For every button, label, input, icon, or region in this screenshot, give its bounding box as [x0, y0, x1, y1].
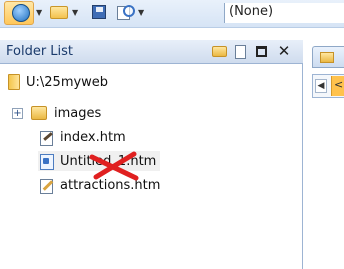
scroll-left-icon[interactable]: ◀	[315, 79, 327, 93]
open-dropdown-arrow[interactable]: ▼	[72, 1, 78, 23]
open-button[interactable]	[50, 1, 68, 23]
new-folder-button[interactable]	[211, 44, 227, 59]
expand-icon[interactable]: +	[12, 107, 23, 119]
folder-icon	[31, 106, 47, 120]
folder-icon	[211, 46, 227, 57]
tree-item-label: images	[54, 105, 102, 121]
editor-tab-strip: ◀ <	[312, 74, 344, 98]
home-page-icon	[38, 129, 54, 146]
editor-tab[interactable]	[312, 46, 344, 68]
tree-item-label: index.htm	[60, 129, 126, 145]
root-folder-icon	[8, 74, 20, 90]
folder-icon	[320, 52, 334, 63]
maximize-icon	[255, 46, 267, 57]
maximize-button[interactable]	[253, 44, 269, 59]
folder-list-pane: Folder List ✕ U:\25myweb + images index.…	[0, 40, 303, 269]
pane-title: Folder List	[6, 44, 74, 59]
tree-item-images[interactable]: + images	[12, 103, 101, 123]
editor-pane: ◀ <	[304, 40, 344, 269]
new-page-button[interactable]	[232, 44, 248, 59]
page-icon	[234, 44, 246, 59]
root-label: U:\25myweb	[26, 74, 109, 90]
active-tab-bar[interactable]: <	[331, 76, 344, 96]
save-button[interactable]	[92, 1, 106, 23]
tree-item-index[interactable]: index.htm	[38, 127, 126, 147]
pane-header: Folder List ✕	[0, 40, 303, 64]
tree-item-untitled[interactable]: Untitled_1.htm	[38, 151, 161, 171]
page-icon	[38, 153, 54, 170]
toolbar: ▼ ▼ ▼ (None)	[0, 0, 344, 28]
style-combo[interactable]: (None)	[224, 3, 344, 23]
tree-item-label: Untitled_1.htm	[60, 153, 157, 169]
tree-root[interactable]: U:\25myweb	[8, 72, 108, 92]
close-icon: ✕	[277, 42, 291, 60]
save-icon	[92, 5, 106, 19]
preview-dropdown-arrow[interactable]: ▼	[138, 1, 144, 23]
folder-open-icon	[50, 5, 68, 19]
web-component-button[interactable]	[4, 1, 34, 25]
circle-icon	[12, 4, 30, 22]
edit-page-icon	[38, 177, 54, 194]
dropdown-arrow[interactable]: ▼	[36, 1, 42, 23]
search-doc-icon	[117, 5, 135, 20]
tree-item-attractions[interactable]: attractions.htm	[38, 175, 160, 195]
tree-item-label: attractions.htm	[60, 177, 161, 193]
preview-button[interactable]	[117, 1, 135, 23]
close-button[interactable]: ✕	[276, 44, 292, 59]
